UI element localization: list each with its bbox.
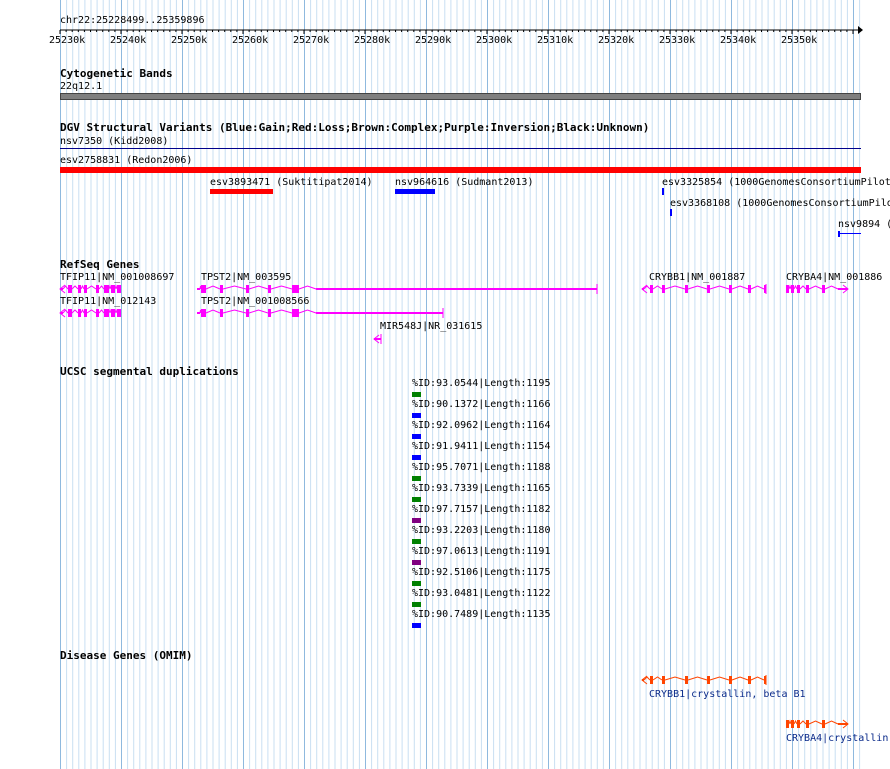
intron-line [750,676,765,681]
exon-block [797,720,800,728]
exon-block [786,720,789,728]
omim-gene-models[interactable] [0,0,890,769]
intron-line [799,720,807,725]
exon-block [791,720,794,728]
intron-line [824,720,839,725]
intron-line [731,676,749,681]
omim-cryba4[interactable] [786,719,849,729]
intron-line [652,676,663,681]
exon-block [729,676,732,684]
genome-browser: chr22:25228499..25359896 25230k 25240k 2… [0,0,890,769]
omim-label: CRYBA4|crystallin [786,733,889,744]
intron-line [808,720,823,725]
omim-label: CRYBB1|crystallin, beta B1 [649,689,806,700]
omim-crybb1[interactable] [641,675,767,685]
exon-block [662,676,665,684]
intron-line [793,719,798,725]
intron-line [687,676,708,681]
intron-line [788,719,792,725]
exon-block [822,720,825,728]
exon-block [748,676,751,684]
intron-line [709,676,730,681]
exon-block [806,720,809,728]
intron-line [664,676,686,681]
exon-block [650,676,653,684]
exon-block [685,676,688,684]
exon-block [707,676,710,684]
